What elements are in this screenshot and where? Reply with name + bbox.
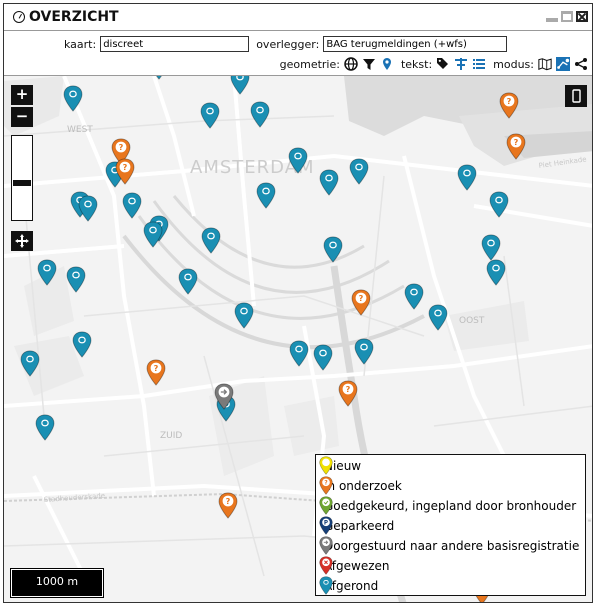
legend-label: Doorgestuurd naar andere basisregistrati… xyxy=(324,539,580,553)
maximize-button[interactable] xyxy=(561,11,573,22)
pan-button[interactable] xyxy=(11,231,33,251)
geometrie-label: geometrie: xyxy=(279,57,340,71)
list-icon[interactable] xyxy=(472,57,486,71)
scale-bar: 1000 m xyxy=(10,568,104,598)
overzicht-window: OVERZICHT kaart: overlegger: geometrie: … xyxy=(3,3,593,603)
svg-text:P: P xyxy=(324,521,328,527)
zoom-out-button[interactable]: − xyxy=(11,107,33,127)
overlegger-select[interactable] xyxy=(323,36,508,52)
legend-item: Afgewezen xyxy=(319,556,390,576)
map-view[interactable]: AMSTERDAM WEST OOST ZUID Piet Heinkade S… xyxy=(4,76,592,602)
route-icon[interactable] xyxy=(556,57,570,71)
display-options: geometrie: tekst: modus: xyxy=(280,57,588,71)
svg-text:?: ? xyxy=(514,137,519,147)
phone-icon xyxy=(572,89,581,103)
map-icon[interactable] xyxy=(538,57,552,71)
filter-icon[interactable] xyxy=(362,57,376,71)
svg-text:?: ? xyxy=(154,363,159,373)
legend-item: Nieuw xyxy=(319,456,361,476)
svg-text:?: ? xyxy=(507,96,512,106)
legend-label: Afgewezen xyxy=(324,559,390,573)
zoom-in-button[interactable]: + xyxy=(11,85,33,105)
map-controls: kaart: overlegger: geometrie: tekst: mod… xyxy=(4,31,592,76)
label-west: WEST xyxy=(67,125,93,135)
svg-text:?: ? xyxy=(346,384,351,394)
legend-item: Doorgestuurd naar andere basisregistrati… xyxy=(319,536,579,556)
window-title: OVERZICHT xyxy=(29,9,119,25)
legend-label: Goedgekeurd, ingepland door bronhouder xyxy=(324,499,577,513)
legend-item: Goedgekeurd, ingepland door bronhouder xyxy=(319,496,576,516)
globe-icon[interactable] xyxy=(344,57,358,71)
svg-text:?: ? xyxy=(119,142,124,152)
legend-item: ? In onderzoek xyxy=(319,476,402,496)
tags-icon[interactable] xyxy=(436,57,450,71)
modus-label: modus: xyxy=(493,57,534,71)
legend-label: Geparkeerd xyxy=(324,519,395,533)
layer-selectors: kaart: overlegger: xyxy=(64,36,508,52)
tekst-label: tekst: xyxy=(400,57,433,71)
svg-text:?: ? xyxy=(123,162,128,172)
legend: Nieuw? In onderzoek Goedgekeurd, ingepland… xyxy=(315,454,586,596)
compass-icon xyxy=(13,11,25,23)
kaart-label: kaart: xyxy=(64,37,97,51)
svg-text:?: ? xyxy=(324,481,327,487)
zoom-slider[interactable] xyxy=(11,135,33,221)
move-icon xyxy=(15,234,29,248)
align-center-icon[interactable] xyxy=(454,57,468,71)
location-pin-icon[interactable] xyxy=(380,57,394,71)
title-bar: OVERZICHT xyxy=(4,4,592,31)
overlegger-label: overlegger: xyxy=(256,37,320,51)
svg-text:?: ? xyxy=(359,293,364,303)
label-zuid: ZUID xyxy=(160,431,182,441)
fullscreen-button[interactable] xyxy=(565,85,587,107)
window-buttons xyxy=(546,11,588,22)
legend-item: P Geparkeerd xyxy=(319,516,394,536)
minimize-button[interactable] xyxy=(546,11,558,22)
svg-text:?: ? xyxy=(226,496,231,506)
label-piet-heinkade: Piet Heinkade xyxy=(538,155,587,170)
legend-label: In onderzoek xyxy=(324,479,402,493)
close-button[interactable] xyxy=(576,11,588,22)
label-oost: OOST xyxy=(459,316,485,326)
share-icon[interactable] xyxy=(574,57,588,71)
zoom-slider-handle[interactable] xyxy=(13,180,31,186)
kaart-select[interactable] xyxy=(100,36,250,52)
legend-item: Afgerond xyxy=(319,576,378,596)
